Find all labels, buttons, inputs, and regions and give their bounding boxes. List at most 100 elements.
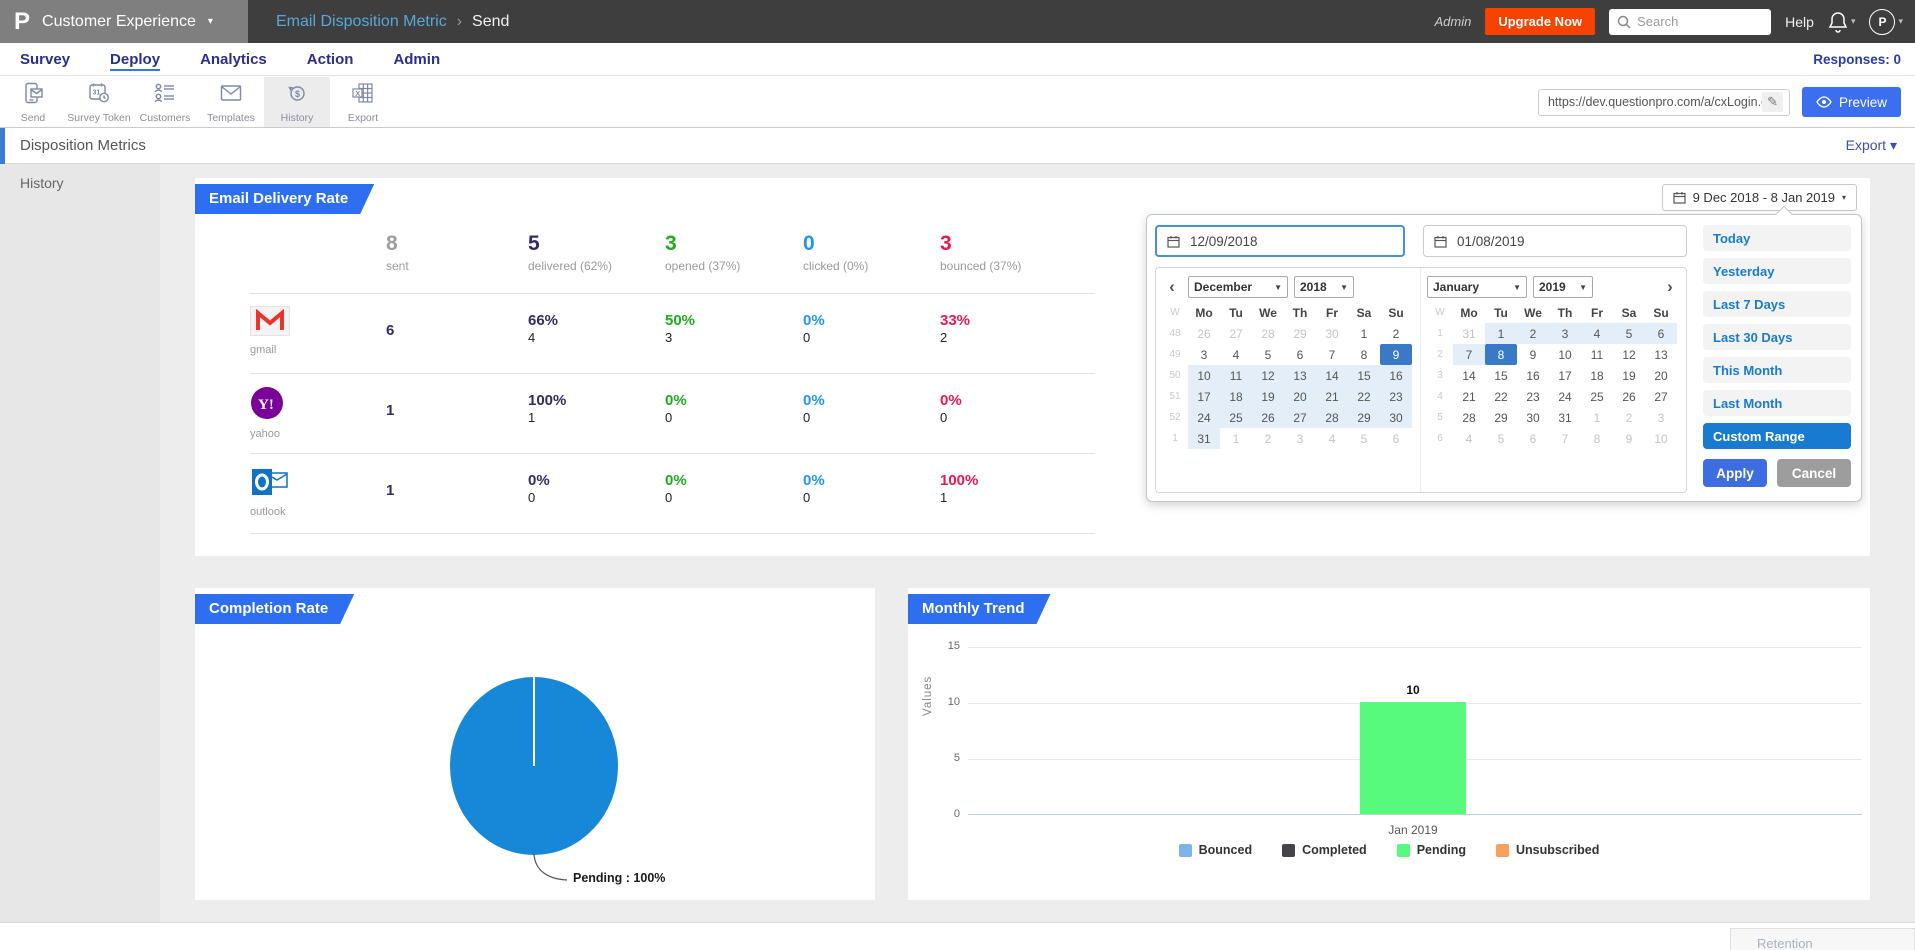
end-date-input[interactable]: 01/08/2019 bbox=[1423, 225, 1687, 257]
calendar-day[interactable]: 1 bbox=[1220, 428, 1252, 449]
calendar-day[interactable]: 18 bbox=[1581, 365, 1613, 386]
calendar-day[interactable]: 9 bbox=[1517, 344, 1549, 365]
calendar-day[interactable]: 14 bbox=[1453, 365, 1485, 386]
next-month-arrow-icon[interactable]: › bbox=[1660, 277, 1680, 297]
disposition-metrics-bar[interactable]: Disposition Metrics Export ▾ bbox=[0, 128, 1915, 164]
calendar-day[interactable]: 29 bbox=[1284, 323, 1316, 344]
calendar-day[interactable]: 18 bbox=[1220, 386, 1252, 407]
calendar-day[interactable]: 31 bbox=[1549, 407, 1581, 428]
upgrade-now-button[interactable]: Upgrade Now bbox=[1485, 8, 1595, 35]
calendar-day[interactable]: 5 bbox=[1485, 428, 1517, 449]
toolbar-item-send[interactable]: Send bbox=[0, 77, 66, 127]
calendar-day[interactable]: 15 bbox=[1348, 365, 1380, 386]
calendar-day[interactable]: 27 bbox=[1645, 386, 1677, 407]
calendar-day[interactable]: 17 bbox=[1549, 365, 1581, 386]
toolbar-item-customers[interactable]: Customers bbox=[132, 77, 198, 127]
calendar-day[interactable]: 8 bbox=[1581, 428, 1613, 449]
calendar-day[interactable]: 4 bbox=[1220, 344, 1252, 365]
calendar-day[interactable]: 6 bbox=[1645, 323, 1677, 344]
retention-popup-partial[interactable]: Retention bbox=[1730, 928, 1915, 950]
calendar-day[interactable]: 16 bbox=[1517, 365, 1549, 386]
calendar-day[interactable]: 2 bbox=[1252, 428, 1284, 449]
calendar-day[interactable]: 8 bbox=[1485, 344, 1517, 365]
nav-item-action[interactable]: Action bbox=[307, 51, 354, 68]
calendar-day[interactable]: 7 bbox=[1316, 344, 1348, 365]
calendar-day[interactable]: 17 bbox=[1188, 386, 1220, 407]
calendar-day[interactable]: 1 bbox=[1348, 323, 1380, 344]
calendar-day[interactable]: 4 bbox=[1316, 428, 1348, 449]
calendar-day[interactable]: 25 bbox=[1581, 386, 1613, 407]
calendar-day[interactable]: 13 bbox=[1645, 344, 1677, 365]
notifications-button[interactable]: ▾ bbox=[1828, 11, 1856, 33]
calendar-day[interactable]: 6 bbox=[1517, 428, 1549, 449]
calendar-day[interactable]: 1 bbox=[1581, 407, 1613, 428]
calendar-day[interactable]: 6 bbox=[1380, 428, 1412, 449]
calendar-day[interactable]: 10 bbox=[1645, 428, 1677, 449]
nav-item-admin[interactable]: Admin bbox=[393, 51, 440, 68]
calendar-day[interactable]: 7 bbox=[1453, 344, 1485, 365]
bar-pending[interactable] bbox=[1360, 702, 1466, 814]
account-menu[interactable]: P ▾ bbox=[1869, 9, 1903, 35]
toolbar-item-survey-token[interactable]: 31Survey Token bbox=[66, 77, 132, 127]
calendar-day[interactable]: 30 bbox=[1380, 407, 1412, 428]
calendar-day[interactable]: 29 bbox=[1348, 407, 1380, 428]
edit-pencil-icon[interactable]: ✎ bbox=[1762, 92, 1783, 112]
calendar-day[interactable]: 1 bbox=[1485, 323, 1517, 344]
month-select[interactable]: December▼ bbox=[1188, 276, 1288, 298]
calendar-day[interactable]: 16 bbox=[1380, 365, 1412, 386]
calendar-day[interactable]: 15 bbox=[1485, 365, 1517, 386]
completion-pie-chart[interactable] bbox=[434, 658, 634, 874]
nav-item-deploy[interactable]: Deploy bbox=[110, 51, 160, 68]
calendar-day[interactable]: 10 bbox=[1188, 365, 1220, 386]
calendar-day[interactable]: 31 bbox=[1453, 323, 1485, 344]
export-dropdown[interactable]: Export ▾ bbox=[1846, 137, 1897, 154]
calendar-day[interactable]: 5 bbox=[1348, 428, 1380, 449]
calendar-day[interactable]: 12 bbox=[1252, 365, 1284, 386]
calendar-day[interactable]: 22 bbox=[1485, 386, 1517, 407]
calendar-day[interactable]: 4 bbox=[1453, 428, 1485, 449]
calendar-day[interactable]: 26 bbox=[1613, 386, 1645, 407]
calendar-day[interactable]: 3 bbox=[1645, 407, 1677, 428]
calendar-day[interactable]: 29 bbox=[1485, 407, 1517, 428]
calendar-day[interactable]: 3 bbox=[1284, 428, 1316, 449]
calendar-day[interactable]: 6 bbox=[1284, 344, 1316, 365]
calendar-day[interactable]: 9 bbox=[1613, 428, 1645, 449]
date-range-button[interactable]: 9 Dec 2018 - 8 Jan 2019 ▾ bbox=[1662, 184, 1857, 211]
calendar-day[interactable]: 19 bbox=[1252, 386, 1284, 407]
quick-range-last-month[interactable]: Last Month bbox=[1703, 390, 1851, 416]
calendar-day[interactable]: 23 bbox=[1380, 386, 1412, 407]
calendar-day[interactable]: 28 bbox=[1252, 323, 1284, 344]
calendar-day[interactable]: 22 bbox=[1348, 386, 1380, 407]
nav-item-survey[interactable]: Survey bbox=[20, 51, 70, 68]
calendar-day[interactable]: 24 bbox=[1549, 386, 1581, 407]
calendar-day[interactable]: 10 bbox=[1549, 344, 1581, 365]
help-link[interactable]: Help bbox=[1785, 14, 1814, 30]
calendar-day[interactable]: 21 bbox=[1453, 386, 1485, 407]
calendar-day[interactable]: 3 bbox=[1549, 323, 1581, 344]
sidebar-item-history[interactable]: History bbox=[0, 164, 160, 202]
calendar-day[interactable]: 11 bbox=[1220, 365, 1252, 386]
quick-range-yesterday[interactable]: Yesterday bbox=[1703, 258, 1851, 284]
calendar-day[interactable]: 5 bbox=[1613, 323, 1645, 344]
calendar-day[interactable]: 28 bbox=[1453, 407, 1485, 428]
calendar-day[interactable]: 27 bbox=[1284, 407, 1316, 428]
calendar-day[interactable]: 25 bbox=[1220, 407, 1252, 428]
toolbar-item-export[interactable]: XExport bbox=[330, 77, 396, 127]
prev-month-arrow-icon[interactable]: ‹ bbox=[1162, 277, 1182, 297]
calendar-day[interactable]: 14 bbox=[1316, 365, 1348, 386]
calendar-day[interactable]: 20 bbox=[1284, 386, 1316, 407]
calendar-day[interactable]: 24 bbox=[1188, 407, 1220, 428]
calendar-day[interactable]: 2 bbox=[1380, 323, 1412, 344]
start-date-input[interactable]: 12/09/2018 bbox=[1155, 225, 1405, 257]
legend-item-bounced[interactable]: Bounced bbox=[1179, 843, 1252, 857]
legend-item-pending[interactable]: Pending bbox=[1397, 843, 1466, 857]
product-switcher[interactable]: P Customer Experience ▾ bbox=[0, 0, 248, 43]
calendar-day[interactable]: 19 bbox=[1613, 365, 1645, 386]
survey-url-input[interactable]: https://dev.questionpro.com/a/cxLogin.d … bbox=[1538, 89, 1790, 116]
calendar-day[interactable]: 5 bbox=[1252, 344, 1284, 365]
quick-range-last-30-days[interactable]: Last 30 Days bbox=[1703, 324, 1851, 350]
month-select[interactable]: January▼ bbox=[1427, 276, 1527, 298]
calendar-day[interactable]: 20 bbox=[1645, 365, 1677, 386]
calendar-day[interactable]: 4 bbox=[1581, 323, 1613, 344]
toolbar-item-history[interactable]: $History bbox=[264, 77, 330, 127]
